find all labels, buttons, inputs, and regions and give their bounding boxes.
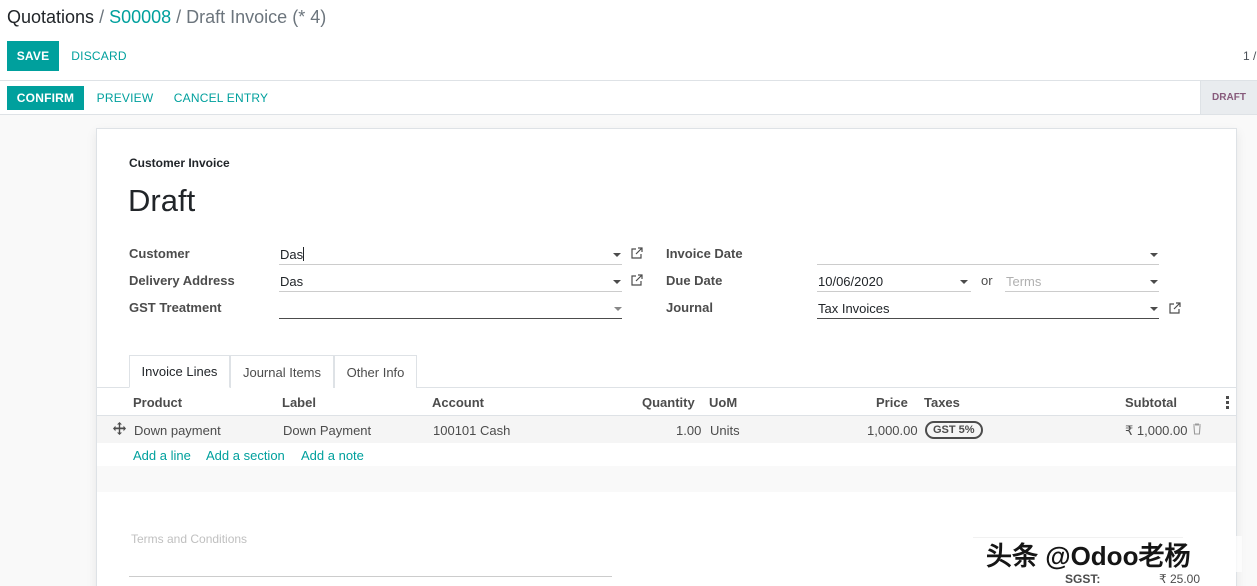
customer-field[interactable]: Das [279, 241, 622, 265]
due-date-or-text: or [981, 273, 993, 288]
tab-journal-items[interactable]: Journal Items [230, 355, 334, 388]
tab-invoice-lines[interactable]: Invoice Lines [129, 355, 230, 388]
customer-label: Customer [129, 246, 190, 261]
add-section-link[interactable]: Add a section [206, 448, 285, 463]
delivery-address-field[interactable]: Das [279, 268, 622, 292]
add-line-link[interactable]: Add a line [133, 448, 191, 463]
column-product[interactable]: Product [133, 395, 182, 410]
status-draft[interactable]: DRAFT [1200, 81, 1257, 114]
breadcrumb-quotations[interactable]: Quotations [7, 7, 94, 27]
document-type-label: Customer Invoice [129, 156, 230, 170]
customer-dropdown-caret-icon[interactable] [613, 253, 621, 257]
invoice-date-dropdown-caret-icon[interactable] [1150, 253, 1158, 257]
sgst-label: SGST: [1065, 572, 1101, 586]
pager[interactable]: 1 / [1243, 49, 1256, 63]
control-panel: Quotations / S00008/Draft Invoice (* 4) SA… [0, 0, 1257, 81]
tab-other-info[interactable]: Other Info [334, 355, 417, 388]
journal-dropdown-caret-icon[interactable] [1150, 307, 1158, 311]
delivery-address-dropdown-caret-icon[interactable] [613, 280, 621, 284]
delete-line-icon[interactable] [1192, 423, 1202, 435]
column-price[interactable]: Price [876, 395, 908, 410]
cancel-entry-button[interactable]: CANCEL ENTRY [168, 86, 274, 110]
breadcrumb-current: Draft Invoice (* 4) [186, 7, 327, 27]
watermark: 头条 @Odoo老杨 [986, 541, 1191, 571]
delivery-address-label: Delivery Address [129, 273, 235, 288]
column-label[interactable]: Label [282, 395, 316, 410]
due-date-dropdown-caret-icon[interactable] [960, 280, 968, 284]
line-account: 100101 Cash [433, 423, 511, 438]
customer-external-link-icon[interactable] [631, 247, 643, 259]
sgst-value: ₹ 25.00 [1159, 572, 1200, 586]
breadcrumb: Quotations / S00008/Draft Invoice (* 4) [7, 7, 326, 28]
gst-treatment-label: GST Treatment [129, 300, 222, 315]
gst-treatment-field[interactable] [279, 295, 622, 319]
invoice-date-label: Invoice Date [666, 246, 743, 261]
column-account[interactable]: Account [432, 395, 484, 410]
gst-treatment-dropdown-caret-icon[interactable] [614, 307, 622, 311]
breadcrumb-order[interactable]: S00008 [109, 7, 171, 27]
customer-value: Das [280, 247, 304, 262]
line-quantity: 1.00 [676, 423, 702, 438]
add-note-link[interactable]: Add a note [301, 448, 364, 463]
confirm-button[interactable]: CONFIRM [7, 86, 84, 110]
journal-external-link-icon[interactable] [1169, 302, 1181, 314]
line-uom: Units [710, 423, 740, 438]
column-taxes[interactable]: Taxes [924, 395, 960, 410]
breadcrumb-separator: / [99, 7, 105, 27]
column-uom[interactable]: UoM [709, 395, 737, 410]
discard-button[interactable]: DISCARD [64, 41, 134, 71]
column-quantity[interactable]: Quantity [642, 395, 695, 410]
payment-terms-dropdown-caret-icon[interactable] [1150, 280, 1158, 284]
delivery-address-external-link-icon[interactable] [631, 274, 643, 286]
column-subtotal[interactable]: Subtotal [1125, 395, 1177, 410]
line-product: Down payment [134, 423, 221, 438]
drag-handle-icon[interactable] [113, 422, 126, 435]
invoice-date-field[interactable] [817, 241, 1159, 265]
preview-button[interactable]: PREVIEW [90, 86, 160, 110]
line-price: 1,000.00 [867, 423, 918, 438]
save-button[interactable]: SAVE [7, 41, 59, 71]
payment-terms-field[interactable]: Terms [1005, 268, 1159, 292]
text-cursor [303, 247, 305, 261]
due-date-label: Due Date [666, 273, 723, 288]
journal-label: Journal [666, 300, 713, 315]
terms-underline [129, 576, 612, 577]
tax-badge: GST 5% [925, 421, 983, 439]
page-title: Draft [128, 183, 196, 218]
optional-columns-icon[interactable] [1226, 396, 1229, 409]
statusbar: CONFIRM PREVIEW CANCEL ENTRY DRAFT [0, 81, 1257, 115]
line-subtotal: ₹ 1,000.00 [1125, 423, 1188, 438]
terms-conditions-field[interactable]: Terms and Conditions [131, 532, 247, 546]
journal-field[interactable]: Tax Invoices [817, 295, 1159, 319]
breadcrumb-separator: / [176, 7, 182, 27]
line-label: Down Payment [283, 423, 372, 438]
due-date-field[interactable]: 10/06/2020 [817, 268, 971, 292]
table-footer [97, 466, 1236, 492]
table-row[interactable] [97, 416, 1236, 443]
form-sheet: Customer Invoice Draft Customer Das Deli… [96, 128, 1237, 586]
